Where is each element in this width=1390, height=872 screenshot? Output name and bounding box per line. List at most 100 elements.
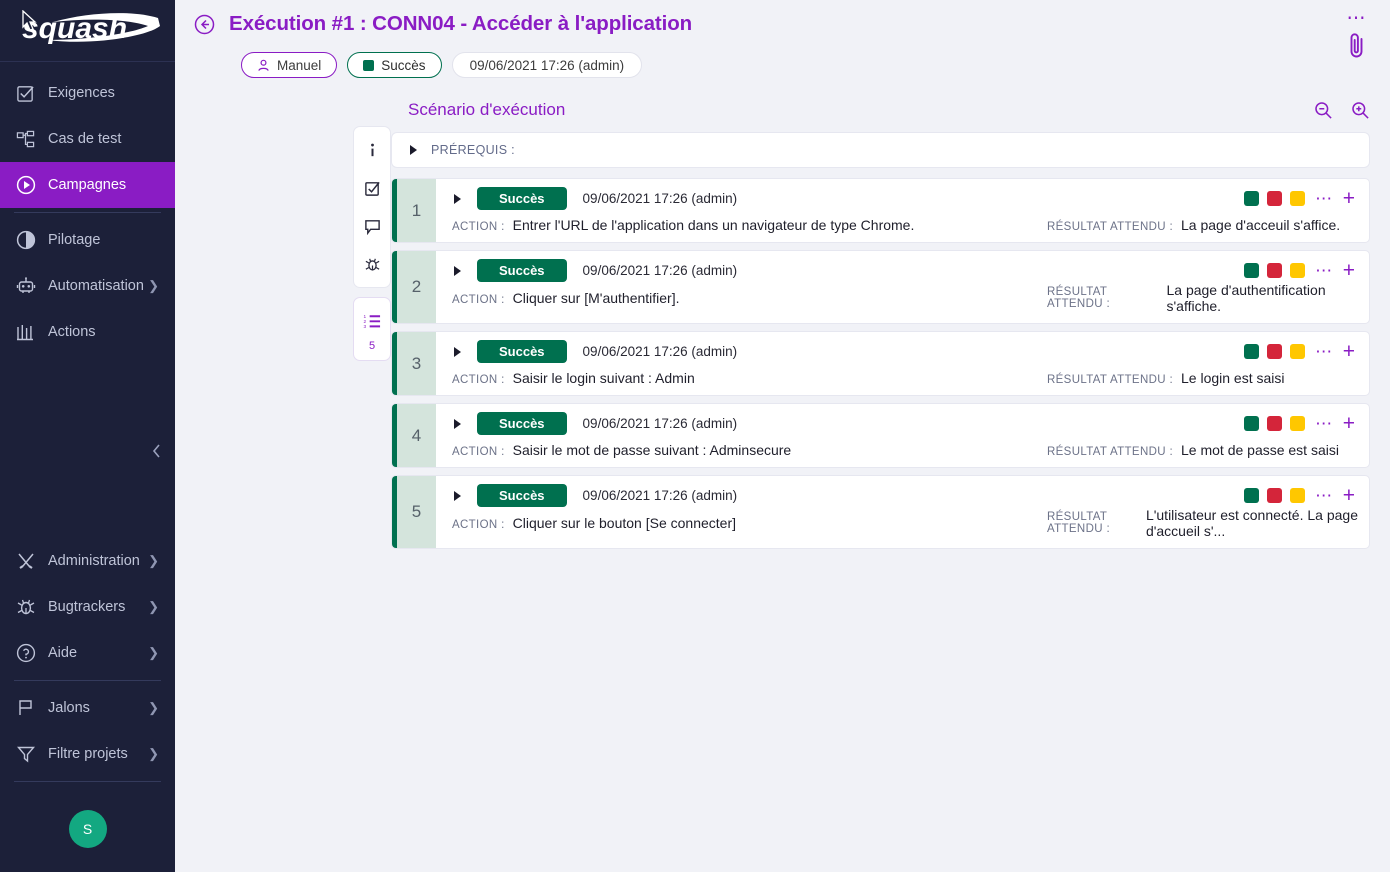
mark-failure-button[interactable] <box>1267 344 1282 359</box>
pie-chart-icon <box>16 230 42 250</box>
action-label: ACTION : <box>452 446 505 458</box>
execution-mode-chip[interactable]: Manuel <box>241 52 337 78</box>
sidebar-item-cas-de-test[interactable]: Cas de test <box>0 116 175 162</box>
logo-zone[interactable]: squash <box>0 0 175 62</box>
add-step-button[interactable]: + <box>1343 192 1355 206</box>
expected-value: L'utilisateur est connecté. La page d'ac… <box>1146 507 1359 539</box>
zoom-out-button[interactable] <box>1314 101 1333 120</box>
mark-blocked-button[interactable] <box>1290 191 1305 206</box>
triangle-right-icon[interactable] <box>410 145 417 155</box>
prerequisite-row[interactable]: PRÉREQUIS : <box>391 132 1370 168</box>
step-header: Succès 09/06/2021 17:26 (admin) ⋯ + <box>450 484 1359 507</box>
step-expected: RÉSULTAT ATTENDU : Le mot de passe est s… <box>1047 442 1339 458</box>
mark-success-button[interactable] <box>1244 488 1259 503</box>
play-circle-icon <box>16 175 42 195</box>
step-more-button[interactable]: ⋯ <box>1313 195 1335 203</box>
add-step-button[interactable]: + <box>1343 264 1355 278</box>
step-body: Succès 09/06/2021 17:26 (admin) ⋯ + <box>436 251 1369 323</box>
step-number: 1 <box>392 179 436 242</box>
sidebar-divider-3 <box>14 781 161 782</box>
add-step-button[interactable]: + <box>1343 417 1355 431</box>
add-step-button[interactable]: + <box>1343 489 1355 503</box>
sidebar-item-pilotage[interactable]: Pilotage <box>0 217 175 263</box>
sidebar-item-bugtrackers[interactable]: Bugtrackers ❯ <box>0 584 175 630</box>
step-status-button[interactable]: Succès <box>477 340 567 363</box>
mark-blocked-button[interactable] <box>1290 344 1305 359</box>
mark-success-button[interactable] <box>1244 191 1259 206</box>
avatar[interactable]: S <box>69 810 107 848</box>
mark-failure-button[interactable] <box>1267 488 1282 503</box>
step-expected: RÉSULTAT ATTENDU : L'utilisateur est con… <box>1047 507 1359 539</box>
sidebar-item-label: Campagnes <box>42 177 161 193</box>
expand-step-icon[interactable] <box>454 419 461 429</box>
rail-button-comments[interactable] <box>356 209 388 243</box>
action-value: Saisir le mot de passe suivant : Adminse… <box>513 442 792 458</box>
flag-icon <box>16 698 42 718</box>
execution-status-chip[interactable]: Succès <box>347 52 441 78</box>
mark-failure-button[interactable] <box>1267 416 1282 431</box>
add-step-button[interactable]: + <box>1343 345 1355 359</box>
step-expected: RÉSULTAT ATTENDU : La page d'acceuil s'a… <box>1047 217 1340 233</box>
zoom-in-button[interactable] <box>1351 101 1370 120</box>
rail-button-steps[interactable]: 123 <box>356 304 388 338</box>
steps-count-badge: 5 <box>369 340 375 354</box>
step-more-button[interactable]: ⋯ <box>1313 348 1335 356</box>
sidebar-item-automatisation[interactable]: Automatisation ❯ <box>0 263 175 309</box>
expand-step-icon[interactable] <box>454 194 461 204</box>
step-date: 09/06/2021 17:26 (admin) <box>583 344 738 359</box>
rail-button-info[interactable] <box>356 133 388 167</box>
mark-success-button[interactable] <box>1244 263 1259 278</box>
mark-success-button[interactable] <box>1244 344 1259 359</box>
expand-step-icon[interactable] <box>454 266 461 276</box>
mark-success-button[interactable] <box>1244 416 1259 431</box>
step-status-button[interactable]: Succès <box>477 412 567 435</box>
mark-failure-button[interactable] <box>1267 263 1282 278</box>
mark-failure-button[interactable] <box>1267 191 1282 206</box>
chevron-left-icon <box>150 443 163 459</box>
main-content: Exécution #1 : CONN04 - Accéder à l'appl… <box>175 0 1390 872</box>
execution-mode-label: Manuel <box>277 58 321 73</box>
expand-step-icon[interactable] <box>454 347 461 357</box>
expand-step-icon[interactable] <box>454 491 461 501</box>
expected-value: La page d'authentification s'affiche. <box>1166 282 1359 314</box>
step-more-button[interactable]: ⋯ <box>1313 267 1335 275</box>
execution-chips: Manuel Succès 09/06/2021 17:26 (admin) <box>241 52 1370 78</box>
sidebar-item-campagnes[interactable]: Campagnes <box>0 162 175 208</box>
sidebar-item-administration[interactable]: Administration ❯ <box>0 538 175 584</box>
step-body: Succès 09/06/2021 17:26 (admin) ⋯ + <box>436 476 1369 548</box>
more-options-button[interactable]: ⋯ <box>1347 14 1367 24</box>
sidebar-nav-list: Exigences Cas de test Campagnes Pilo <box>0 62 175 355</box>
columns-icon <box>16 322 42 342</box>
step-more-button[interactable]: ⋯ <box>1313 420 1335 428</box>
tree-icon <box>16 130 42 149</box>
action-value: Entrer l'URL de l'application dans un na… <box>513 217 915 233</box>
zoom-controls <box>1314 101 1370 120</box>
sidebar-item-exigences[interactable]: Exigences <box>0 70 175 116</box>
rail-button-checklist[interactable] <box>356 171 388 205</box>
step-action: ACTION : Saisir le login suivant : Admin <box>452 370 1047 386</box>
title-row: Exécution #1 : CONN04 - Accéder à l'appl… <box>193 12 1370 36</box>
step-more-button[interactable]: ⋯ <box>1313 492 1335 500</box>
step-status-button[interactable]: Succès <box>477 484 567 507</box>
rail-button-bugs[interactable] <box>356 247 388 281</box>
step-date: 09/06/2021 17:26 (admin) <box>583 416 738 431</box>
sidebar-item-aide[interactable]: Aide ❯ <box>0 630 175 676</box>
svg-text:2: 2 <box>363 319 366 325</box>
zoom-out-icon <box>1314 101 1333 120</box>
step-status-button[interactable]: Succès <box>477 259 567 282</box>
sidebar-item-jalons[interactable]: Jalons ❯ <box>0 685 175 731</box>
sidebar-item-actions[interactable]: Actions <box>0 309 175 355</box>
expected-label: RÉSULTAT ATTENDU : <box>1047 511 1138 535</box>
back-button[interactable] <box>193 13 215 35</box>
sidebar-bottom-group: Administration ❯ Bugtrackers ❯ Aide ❯ <box>0 538 175 872</box>
sidebar-item-filtre-projets[interactable]: Filtre projets ❯ <box>0 731 175 777</box>
attachment-button[interactable] <box>1345 30 1368 65</box>
chevron-right-icon: ❯ <box>148 746 161 762</box>
mark-blocked-button[interactable] <box>1290 416 1305 431</box>
step-header: Succès 09/06/2021 17:26 (admin) ⋯ + <box>450 340 1359 363</box>
mark-blocked-button[interactable] <box>1290 263 1305 278</box>
sidebar-collapse-button[interactable] <box>145 440 167 462</box>
step-status-button[interactable]: Succès <box>477 187 567 210</box>
step-body: Succès 09/06/2021 17:26 (admin) ⋯ + <box>436 179 1369 242</box>
mark-blocked-button[interactable] <box>1290 488 1305 503</box>
